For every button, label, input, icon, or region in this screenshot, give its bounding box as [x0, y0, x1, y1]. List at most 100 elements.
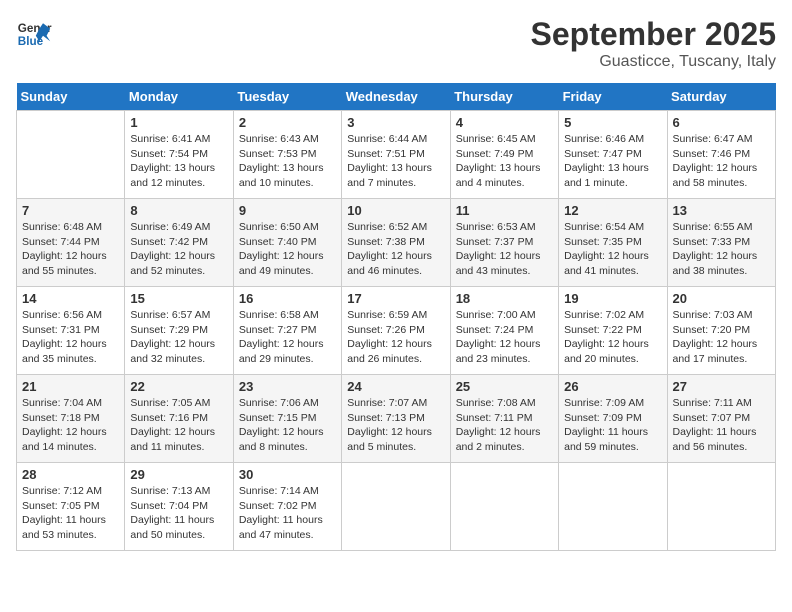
- calendar-cell: 20Sunrise: 7:03 AMSunset: 7:20 PMDayligh…: [667, 287, 775, 375]
- calendar-cell: 2 Sunrise: 6:43 AMSunset: 7:53 PMDaylight…: [233, 111, 341, 199]
- day-info: Sunrise: 6:57 AMSunset: 7:29 PMDaylight:…: [130, 308, 227, 367]
- day-number: 5: [564, 115, 661, 130]
- calendar-cell: 29 Sunrise: 7:13 AMSunset: 7:04 PMDayligh…: [125, 463, 233, 551]
- day-info: Sunrise: 7:00 AMSunset: 7:24 PMDaylight:…: [456, 308, 553, 367]
- calendar-cell: 22 Sunrise: 7:05 AMSunset: 7:16 PMDayligh…: [125, 375, 233, 463]
- calendar-cell: 28 Sunrise: 7:12 AMSunset: 7:05 PMDayligh…: [17, 463, 125, 551]
- day-number: 11: [456, 203, 553, 218]
- day-info: Sunrise: 6:43 AMSunset: 7:53 PMDaylight:…: [239, 132, 336, 191]
- day-info: Sunrise: 6:45 AMSunset: 7:49 PMDaylight:…: [456, 132, 553, 191]
- day-info: Sunrise: 7:07 AMSunset: 7:13 PMDaylight:…: [347, 396, 444, 455]
- calendar-table: SundayMondayTuesdayWednesdayThursdayFrid…: [16, 83, 776, 551]
- day-info: Sunrise: 6:58 AMSunset: 7:27 PMDaylight:…: [239, 308, 336, 367]
- calendar-week-row: 14Sunrise: 6:56 AMSunset: 7:31 PMDayligh…: [17, 287, 776, 375]
- day-info: Sunrise: 6:46 AMSunset: 7:47 PMDaylight:…: [564, 132, 661, 191]
- calendar-cell: 24 Sunrise: 7:07 AMSunset: 7:13 PMDayligh…: [342, 375, 450, 463]
- day-number: 17: [347, 291, 444, 306]
- day-number: 15: [130, 291, 227, 306]
- day-number: 23: [239, 379, 336, 394]
- calendar-cell: 19 Sunrise: 7:02 AMSunset: 7:22 PMDayligh…: [559, 287, 667, 375]
- day-info: Sunrise: 7:14 AMSunset: 7:02 PMDaylight:…: [239, 484, 336, 543]
- month-title: September 2025: [531, 16, 776, 53]
- day-number: 19: [564, 291, 661, 306]
- calendar-cell: 3 Sunrise: 6:44 AMSunset: 7:51 PMDaylight…: [342, 111, 450, 199]
- day-info: Sunrise: 7:06 AMSunset: 7:15 PMDaylight:…: [239, 396, 336, 455]
- day-number: 27: [673, 379, 770, 394]
- day-info: Sunrise: 6:55 AMSunset: 7:33 PMDaylight:…: [673, 220, 770, 279]
- day-number: 26: [564, 379, 661, 394]
- day-number: 28: [22, 467, 119, 482]
- day-info: Sunrise: 7:02 AMSunset: 7:22 PMDaylight:…: [564, 308, 661, 367]
- page-header: General Blue September 2025 Guasticce, T…: [16, 16, 776, 71]
- day-info: Sunrise: 6:44 AMSunset: 7:51 PMDaylight:…: [347, 132, 444, 191]
- day-number: 8: [130, 203, 227, 218]
- calendar-cell: 23 Sunrise: 7:06 AMSunset: 7:15 PMDayligh…: [233, 375, 341, 463]
- day-info: Sunrise: 7:04 AMSunset: 7:18 PMDaylight:…: [22, 396, 119, 455]
- day-number: 13: [673, 203, 770, 218]
- day-info: Sunrise: 6:59 AMSunset: 7:26 PMDaylight:…: [347, 308, 444, 367]
- day-number: 25: [456, 379, 553, 394]
- calendar-cell: 16 Sunrise: 6:58 AMSunset: 7:27 PMDayligh…: [233, 287, 341, 375]
- calendar-cell: 15 Sunrise: 6:57 AMSunset: 7:29 PMDayligh…: [125, 287, 233, 375]
- calendar-cell: 8 Sunrise: 6:49 AMSunset: 7:42 PMDaylight…: [125, 199, 233, 287]
- day-info: Sunrise: 7:08 AMSunset: 7:11 PMDaylight:…: [456, 396, 553, 455]
- day-number: 24: [347, 379, 444, 394]
- title-block: September 2025 Guasticce, Tuscany, Italy: [531, 16, 776, 71]
- calendar-cell: 25 Sunrise: 7:08 AMSunset: 7:11 PMDayligh…: [450, 375, 558, 463]
- calendar-cell: 17 Sunrise: 6:59 AMSunset: 7:26 PMDayligh…: [342, 287, 450, 375]
- weekday-header-row: SundayMondayTuesdayWednesdayThursdayFrid…: [17, 83, 776, 111]
- calendar-cell: 10 Sunrise: 6:52 AMSunset: 7:38 PMDayligh…: [342, 199, 450, 287]
- calendar-cell: 1Sunrise: 6:41 AMSunset: 7:54 PMDaylight…: [125, 111, 233, 199]
- day-number: 4: [456, 115, 553, 130]
- calendar-cell: [450, 463, 558, 551]
- calendar-week-row: 21 Sunrise: 7:04 AMSunset: 7:18 PMDayligh…: [17, 375, 776, 463]
- day-number: 12: [564, 203, 661, 218]
- calendar-cell: [342, 463, 450, 551]
- day-number: 3: [347, 115, 444, 130]
- calendar-cell: [667, 463, 775, 551]
- day-number: 16: [239, 291, 336, 306]
- day-number: 2: [239, 115, 336, 130]
- day-info: Sunrise: 7:05 AMSunset: 7:16 PMDaylight:…: [130, 396, 227, 455]
- day-number: 22: [130, 379, 227, 394]
- weekday-header: Tuesday: [233, 83, 341, 111]
- calendar-cell: 6Sunrise: 6:47 AMSunset: 7:46 PMDaylight…: [667, 111, 775, 199]
- calendar-cell: 13 Sunrise: 6:55 AMSunset: 7:33 PMDayligh…: [667, 199, 775, 287]
- calendar-cell: 12 Sunrise: 6:54 AMSunset: 7:35 PMDayligh…: [559, 199, 667, 287]
- day-number: 21: [22, 379, 119, 394]
- calendar-cell: [559, 463, 667, 551]
- day-info: Sunrise: 7:09 AMSunset: 7:09 PMDaylight:…: [564, 396, 661, 455]
- day-info: Sunrise: 6:54 AMSunset: 7:35 PMDaylight:…: [564, 220, 661, 279]
- weekday-header: Wednesday: [342, 83, 450, 111]
- day-info: Sunrise: 7:12 AMSunset: 7:05 PMDaylight:…: [22, 484, 119, 543]
- day-number: 18: [456, 291, 553, 306]
- day-info: Sunrise: 7:13 AMSunset: 7:04 PMDaylight:…: [130, 484, 227, 543]
- day-number: 20: [673, 291, 770, 306]
- calendar-week-row: 7 Sunrise: 6:48 AMSunset: 7:44 PMDaylight…: [17, 199, 776, 287]
- weekday-header: Monday: [125, 83, 233, 111]
- day-number: 10: [347, 203, 444, 218]
- weekday-header: Friday: [559, 83, 667, 111]
- logo-icon: General Blue: [16, 16, 52, 52]
- day-info: Sunrise: 6:56 AMSunset: 7:31 PMDaylight:…: [22, 308, 119, 367]
- calendar-cell: 18 Sunrise: 7:00 AMSunset: 7:24 PMDayligh…: [450, 287, 558, 375]
- day-number: 6: [673, 115, 770, 130]
- day-info: Sunrise: 6:50 AMSunset: 7:40 PMDaylight:…: [239, 220, 336, 279]
- calendar-week-row: 28 Sunrise: 7:12 AMSunset: 7:05 PMDayligh…: [17, 463, 776, 551]
- day-info: Sunrise: 6:48 AMSunset: 7:44 PMDaylight:…: [22, 220, 119, 279]
- day-info: Sunrise: 7:11 AMSunset: 7:07 PMDaylight:…: [673, 396, 770, 455]
- weekday-header: Saturday: [667, 83, 775, 111]
- calendar-cell: 14Sunrise: 6:56 AMSunset: 7:31 PMDayligh…: [17, 287, 125, 375]
- day-number: 29: [130, 467, 227, 482]
- day-number: 30: [239, 467, 336, 482]
- calendar-cell: 7 Sunrise: 6:48 AMSunset: 7:44 PMDaylight…: [17, 199, 125, 287]
- day-number: 9: [239, 203, 336, 218]
- day-info: Sunrise: 6:52 AMSunset: 7:38 PMDaylight:…: [347, 220, 444, 279]
- calendar-cell: 5 Sunrise: 6:46 AMSunset: 7:47 PMDaylight…: [559, 111, 667, 199]
- day-number: 7: [22, 203, 119, 218]
- weekday-header: Thursday: [450, 83, 558, 111]
- day-info: Sunrise: 6:49 AMSunset: 7:42 PMDaylight:…: [130, 220, 227, 279]
- calendar-week-row: 1Sunrise: 6:41 AMSunset: 7:54 PMDaylight…: [17, 111, 776, 199]
- calendar-cell: [17, 111, 125, 199]
- calendar-cell: 11Sunrise: 6:53 AMSunset: 7:37 PMDayligh…: [450, 199, 558, 287]
